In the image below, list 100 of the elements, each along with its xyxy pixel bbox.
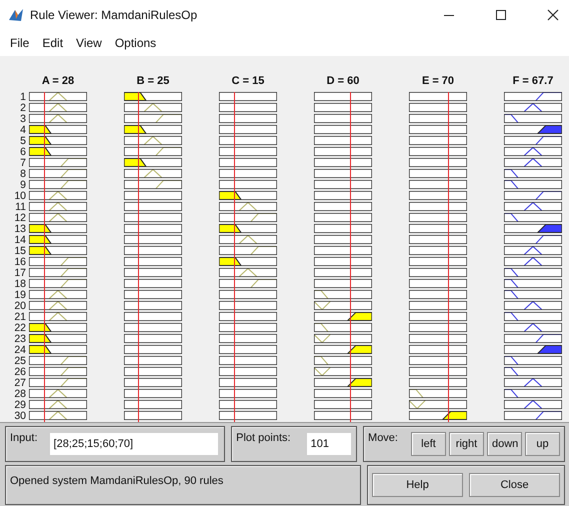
rule-plot — [504, 136, 562, 145]
rule-plot — [409, 92, 467, 101]
rule-plot — [409, 290, 467, 299]
plot-points-field[interactable]: 101 — [306, 433, 351, 455]
rule-plot — [504, 147, 562, 156]
menu-item[interactable]: View — [76, 36, 102, 50]
rule-plot — [29, 191, 87, 200]
menu-item[interactable]: File — [10, 36, 30, 50]
rule-plot — [124, 334, 182, 343]
rule-plot — [124, 378, 182, 387]
menu-item[interactable]: Edit — [42, 36, 64, 50]
rule-number: 27 — [13, 378, 27, 389]
rule-plot — [29, 235, 87, 244]
menu-item[interactable]: Options — [114, 36, 156, 50]
rule-plot — [504, 202, 562, 211]
rule-number: 28 — [13, 389, 27, 400]
rule-plot — [29, 356, 87, 365]
rule-plot — [29, 213, 87, 222]
close-icon[interactable] — [547, 9, 559, 21]
rule-plot — [504, 378, 562, 387]
rule-plot — [409, 312, 467, 321]
maximize-icon[interactable] — [495, 9, 507, 21]
rule-plot — [314, 158, 372, 167]
rule-plot — [219, 356, 277, 365]
rule-plot — [124, 290, 182, 299]
rule-plot — [314, 92, 372, 101]
rule-number: 20 — [13, 301, 27, 312]
rule-plot — [219, 268, 277, 277]
dialog-button[interactable]: Close — [469, 473, 560, 497]
rule-plot — [409, 246, 467, 255]
rule-plot — [314, 103, 372, 112]
rule-plot — [219, 125, 277, 134]
rule-plot — [504, 301, 562, 310]
rule-plot — [219, 301, 277, 310]
rule-plot — [409, 213, 467, 222]
rule-plot — [124, 202, 182, 211]
rule-number: 8 — [19, 169, 27, 180]
rule-plot — [29, 136, 87, 145]
rule-plot — [124, 125, 182, 134]
rule-plot — [409, 136, 467, 145]
rule-plot — [314, 191, 372, 200]
move-button[interactable]: right — [449, 432, 484, 456]
rule-plot — [219, 334, 277, 343]
rule-plot — [29, 224, 87, 233]
rule-plot — [504, 356, 562, 365]
rule-plot — [314, 279, 372, 288]
rule-number: 4 — [19, 125, 27, 136]
rule-plot — [124, 356, 182, 365]
move-button[interactable]: up — [525, 432, 560, 456]
move-button[interactable]: left — [411, 432, 446, 456]
rule-number: 14 — [13, 235, 27, 246]
rule-plot — [124, 92, 182, 101]
rule-number: 2 — [19, 103, 27, 114]
rule-plot — [314, 235, 372, 244]
rule-plot — [314, 378, 372, 387]
move-button[interactable]: down — [487, 432, 522, 456]
rule-plot — [314, 180, 372, 189]
rule-plot — [29, 400, 87, 409]
rule-plot — [504, 213, 562, 222]
rule-number: 22 — [13, 323, 27, 334]
rule-plot — [314, 356, 372, 365]
rule-plot — [219, 213, 277, 222]
rule-plot — [504, 345, 562, 354]
rule-plot — [219, 103, 277, 112]
rule-plot — [314, 334, 372, 343]
variable-title: D = 60 — [326, 75, 360, 89]
rule-plot — [219, 92, 277, 101]
rule-plot — [124, 312, 182, 321]
rule-number: 26 — [13, 367, 27, 378]
rule-plot — [219, 389, 277, 398]
app-icon — [8, 7, 24, 23]
rule-plot — [29, 301, 87, 310]
rule-plot — [29, 92, 87, 101]
rule-plot — [409, 323, 467, 332]
rule-plot — [124, 103, 182, 112]
rule-plot — [124, 158, 182, 167]
input-field[interactable]: [28;25;15;60;70] — [50, 433, 218, 455]
dialog-button[interactable]: Help — [372, 473, 463, 497]
rule-plot — [29, 114, 87, 123]
rule-plot — [504, 411, 562, 420]
rule-plot — [219, 323, 277, 332]
rule-number: 9 — [19, 180, 27, 191]
rule-plot — [29, 334, 87, 343]
rule-plot — [124, 367, 182, 376]
rule-plot — [124, 345, 182, 354]
rule-plot — [409, 334, 467, 343]
variable-title: C = 15 — [230, 75, 266, 89]
rule-plot — [29, 202, 87, 211]
rule-plot — [314, 301, 372, 310]
rule-plot — [314, 246, 372, 255]
rule-plot — [219, 400, 277, 409]
rule-plot — [124, 235, 182, 244]
rule-number: 3 — [19, 114, 27, 125]
rule-plot — [29, 103, 87, 112]
rule-plot — [219, 235, 277, 244]
rule-plot — [124, 169, 182, 178]
variable-title: F = 67.7 — [512, 75, 554, 89]
rule-plot — [219, 246, 277, 255]
rule-plot — [504, 169, 562, 178]
rule-plot — [219, 180, 277, 189]
